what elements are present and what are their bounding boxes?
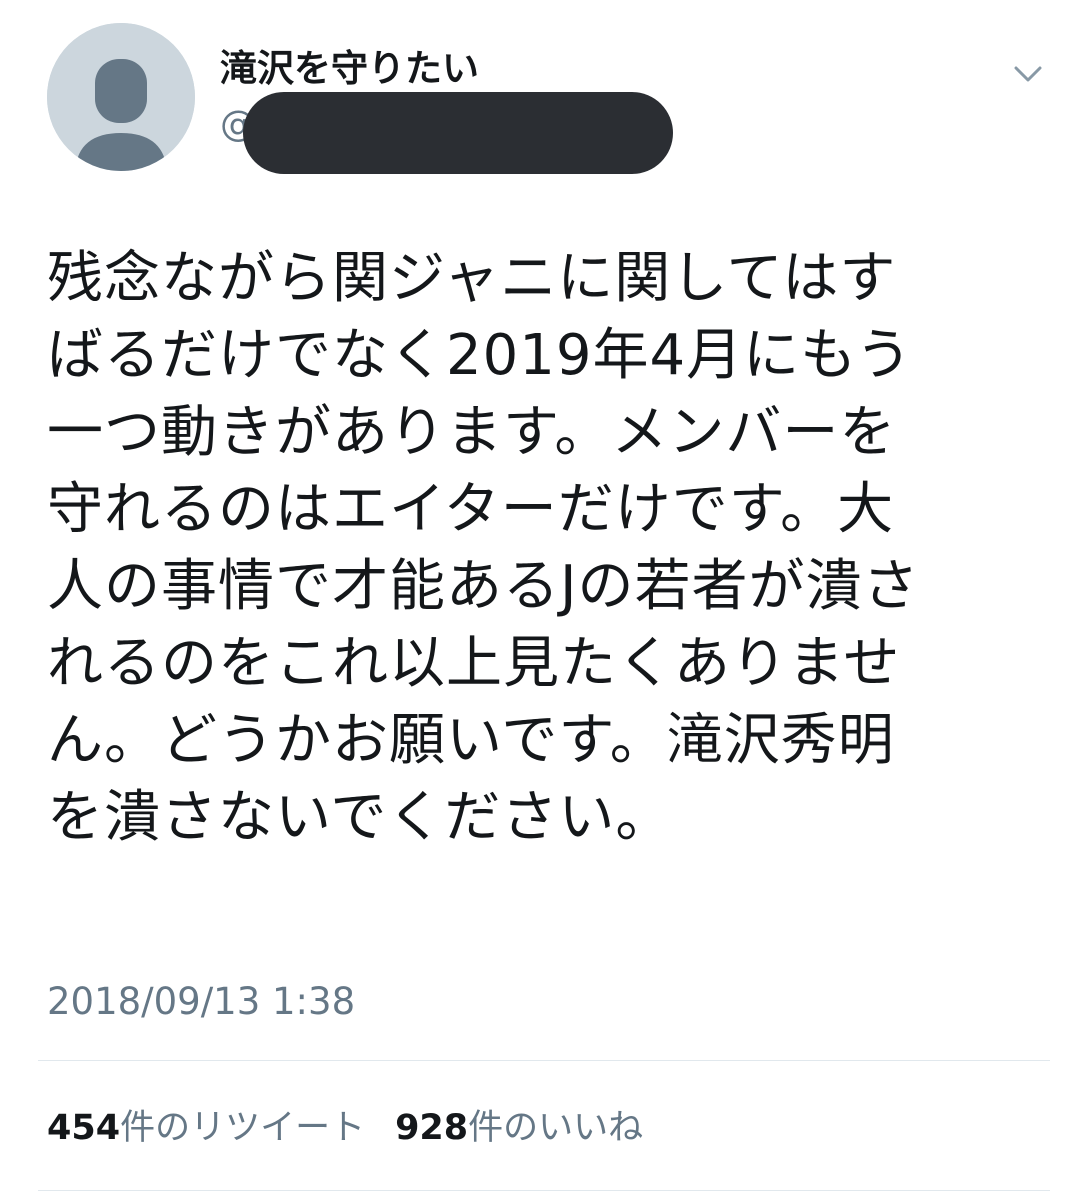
tweet-text-line: 残念ながら関ジャニに関してはす bbox=[47, 246, 897, 311]
retweets-count: 454 bbox=[47, 1108, 121, 1148]
handle-redaction-bar bbox=[243, 92, 673, 174]
likes-stat[interactable]: 928件のいいね bbox=[395, 1103, 643, 1153]
avatar[interactable] bbox=[47, 23, 195, 171]
retweets-label: 件のリツイート bbox=[120, 1108, 366, 1148]
tweet-stats: 454件のリツイート 928件のいいね bbox=[47, 1103, 643, 1153]
likes-label: 件のいいね bbox=[468, 1108, 644, 1148]
tweet-text-line: ばるだけでなく2019年4月にもう bbox=[47, 323, 913, 388]
divider bbox=[38, 1190, 1050, 1191]
tweet-text-line: ん。どうかお願いです。滝沢秀明 bbox=[47, 708, 895, 773]
tweet-text-line: を潰さないでください。 bbox=[47, 785, 673, 850]
likes-count: 928 bbox=[395, 1108, 469, 1148]
tweet-menu-button[interactable] bbox=[1008, 58, 1048, 94]
default-profile-icon bbox=[47, 23, 195, 171]
tweet-text-line: 人の事情で才能あるJの若者が潰さ bbox=[47, 554, 920, 619]
tweet-text-line: 守れるのはエイターだけです。大 bbox=[47, 477, 895, 542]
tweet-timestamp[interactable]: 2018/09/13 1:38 bbox=[47, 977, 355, 1027]
tweet-text: 残念ながら関ジャニに関してはす ばるだけでなく2019年4月にもう 一つ動きがあ… bbox=[47, 240, 1037, 856]
chevron-down-icon bbox=[1014, 66, 1042, 82]
tweet-text-line: れるのをこれ以上見たくありませ bbox=[47, 631, 901, 696]
tweet-text-line: 一つ動きがあります。メンバーを bbox=[47, 400, 897, 465]
divider bbox=[38, 1060, 1050, 1061]
retweets-stat[interactable]: 454件のリツイート bbox=[47, 1103, 365, 1153]
display-name[interactable]: 滝沢を守りたい bbox=[220, 44, 479, 94]
